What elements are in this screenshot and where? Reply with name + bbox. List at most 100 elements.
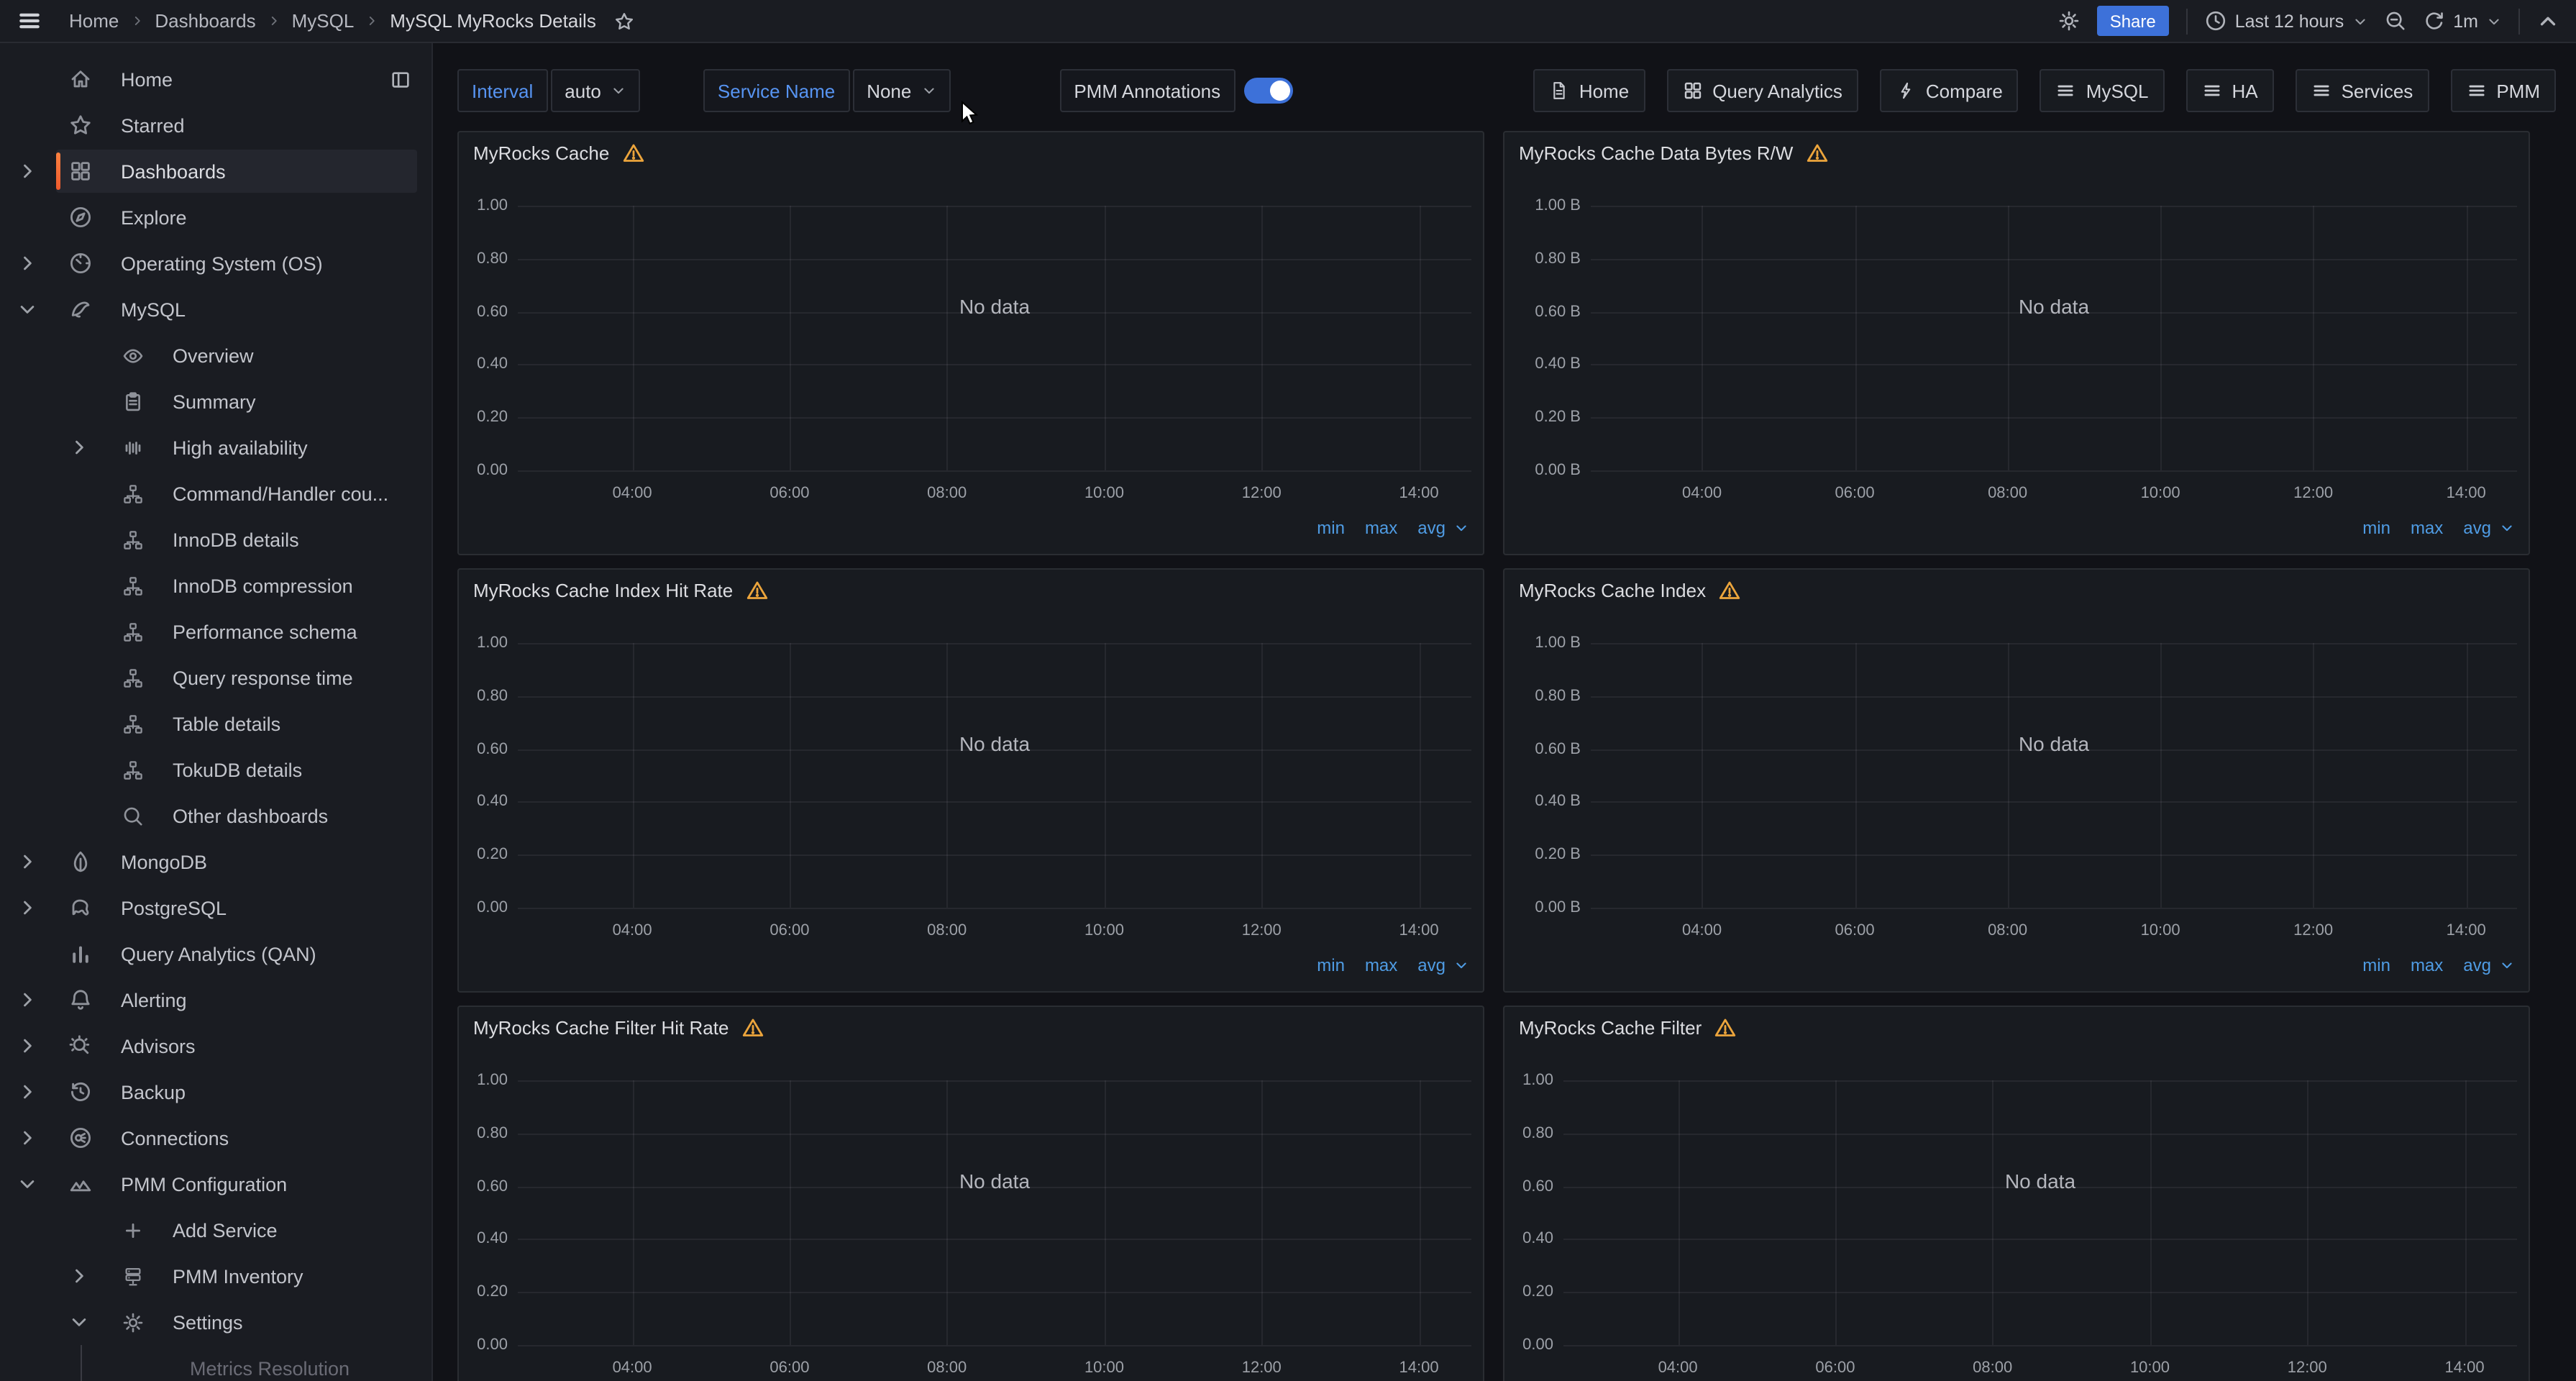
chevron-right-icon[interactable] <box>17 1082 37 1102</box>
legend-item-avg[interactable]: avg <box>2463 518 2491 538</box>
sidebar-item-innodb-compression[interactable]: InnoDB compression <box>0 562 431 609</box>
sidebar-item-home[interactable]: Home <box>0 56 431 102</box>
sidebar-item-summary[interactable]: Summary <box>0 378 431 424</box>
sidebar-item-settings[interactable]: Settings <box>0 1299 431 1345</box>
sidebar-item-mongodb[interactable]: MongoDB <box>0 839 431 885</box>
chevron-right-icon[interactable] <box>17 1036 37 1056</box>
chevron-right-icon[interactable] <box>69 1266 89 1286</box>
sidebar-item-pmm-inventory[interactable]: PMM Inventory <box>0 1253 431 1299</box>
panel-title[interactable]: MyRocks Cache Index Hit Rate <box>473 580 767 601</box>
sidebar-item-starred[interactable]: Starred <box>0 102 431 148</box>
sidebar-item-pmm-configuration[interactable]: PMM Configuration <box>0 1161 431 1207</box>
legend-item-min[interactable]: min <box>2362 955 2390 975</box>
sidebar-item-explore[interactable]: Explore <box>0 194 431 240</box>
sidebar-item-mysql[interactable]: MySQL <box>0 286 431 332</box>
warning-icon[interactable] <box>1719 580 1740 601</box>
panel-title[interactable]: MyRocks Cache Data Bytes R/W <box>1519 142 1827 164</box>
chevron-down-icon[interactable] <box>17 299 37 319</box>
legend-item-max[interactable]: max <box>2411 955 2443 975</box>
sidebar-item-add-service[interactable]: Add Service <box>0 1207 431 1253</box>
chevron-up-icon[interactable] <box>2537 10 2559 32</box>
warning-icon[interactable] <box>746 580 767 601</box>
dock-menu-icon[interactable] <box>390 68 411 90</box>
link-button-services[interactable]: Services <box>2296 69 2429 112</box>
legend-item-min[interactable]: min <box>1317 518 1345 538</box>
service-name-select[interactable]: None <box>852 69 950 112</box>
chevron-right-icon[interactable] <box>17 898 37 918</box>
legend-item-max[interactable]: max <box>2411 518 2443 538</box>
legend-item-avg[interactable]: avg <box>1417 955 1445 975</box>
plot-region[interactable]: 04:0006:0008:0010:0012:0014:00No data <box>518 206 1471 470</box>
warning-icon[interactable] <box>1714 1017 1736 1039</box>
time-range-picker[interactable]: Last 12 hours <box>2205 10 2367 32</box>
sidebar-item-other-dashboards[interactable]: Other dashboards <box>0 793 431 839</box>
sidebar-item-query-response-time[interactable]: Query response time <box>0 655 431 701</box>
sidebar-item-advisors[interactable]: Advisors <box>0 1023 431 1069</box>
breadcrumb-item[interactable]: Dashboards <box>155 10 255 32</box>
sidebar-item-performance-schema[interactable]: Performance schema <box>0 609 431 655</box>
chevron-right-icon[interactable] <box>17 1128 37 1148</box>
panel-title[interactable]: MyRocks Cache <box>473 142 644 164</box>
breadcrumb-item[interactable]: MySQL <box>292 10 355 32</box>
chevron-right-icon[interactable] <box>17 161 37 181</box>
plot-region[interactable]: 04:0006:0008:0010:0012:0014:00No data <box>518 1080 1471 1345</box>
barchart-icon <box>69 942 92 965</box>
panel-title[interactable]: MyRocks Cache Filter Hit Rate <box>473 1017 763 1039</box>
legend-item-min[interactable]: min <box>1317 955 1345 975</box>
chevron-down-icon[interactable] <box>1454 958 1469 972</box>
chevron-right-icon[interactable] <box>69 437 89 457</box>
legend-item-max[interactable]: max <box>1365 518 1397 538</box>
sidebar-item-postgresql[interactable]: PostgreSQL <box>0 885 431 931</box>
gear-icon[interactable] <box>2058 10 2080 32</box>
sidebar-item-innodb-details[interactable]: InnoDB details <box>0 516 431 562</box>
chevron-right-icon[interactable] <box>17 253 37 273</box>
chevron-right-icon[interactable] <box>17 990 37 1010</box>
plot-region[interactable]: 04:0006:0008:0010:0012:0014:00No data <box>1591 206 2517 470</box>
link-button-mysql[interactable]: MySQL <box>2040 69 2165 112</box>
chevron-down-icon[interactable] <box>2500 958 2514 972</box>
plot-region[interactable]: 04:0006:0008:0010:0012:0014:00No data <box>518 643 1471 908</box>
interval-select[interactable]: auto <box>550 69 640 112</box>
link-button-pmm[interactable]: PMM <box>2450 69 2556 112</box>
chevron-right-icon[interactable] <box>17 852 37 872</box>
chevron-down-icon[interactable] <box>1454 521 1469 535</box>
link-button-ha[interactable]: HA <box>2186 69 2273 112</box>
panel-title[interactable]: MyRocks Cache Index <box>1519 580 1740 601</box>
breadcrumb-item[interactable]: MySQL MyRocks Details <box>390 10 596 32</box>
sidebar-item-backup[interactable]: Backup <box>0 1069 431 1115</box>
share-button[interactable]: Share <box>2097 6 2169 36</box>
sidebar-item-query-analytics-qan[interactable]: Query Analytics (QAN) <box>0 931 431 977</box>
sidebar-item-command-handler-cou[interactable]: Command/Handler cou... <box>0 470 431 516</box>
warning-icon[interactable] <box>1806 142 1827 164</box>
plot-region[interactable]: 04:0006:0008:0010:0012:0014:00No data <box>1591 643 2517 908</box>
sidebar-item-dashboards[interactable]: Dashboards <box>0 148 431 194</box>
sidebar-item-alerting[interactable]: Alerting <box>0 977 431 1023</box>
legend-item-min[interactable]: min <box>2362 518 2390 538</box>
sidebar-item-table-details[interactable]: Table details <box>0 701 431 747</box>
sidebar-item-overview[interactable]: Overview <box>0 332 431 378</box>
legend-item-avg[interactable]: avg <box>1417 518 1445 538</box>
chevron-down-icon[interactable] <box>2500 521 2514 535</box>
refresh-picker[interactable]: 1m <box>2423 10 2501 32</box>
zoom-out-icon[interactable] <box>2384 10 2406 32</box>
plot-region[interactable]: 04:0006:0008:0010:0012:0014:00No data <box>1563 1080 2517 1345</box>
chevron-down-icon[interactable] <box>17 1174 37 1194</box>
breadcrumb-item[interactable]: Home <box>69 10 119 32</box>
legend-item-max[interactable]: max <box>1365 955 1397 975</box>
sidebar-item-tokudb-details[interactable]: TokuDB details <box>0 747 431 793</box>
sidebar-item-metrics-resolution[interactable]: Metrics Resolution <box>0 1345 431 1381</box>
warning-icon[interactable] <box>741 1017 763 1039</box>
link-button-compare[interactable]: Compare <box>1880 69 2019 112</box>
sidebar-item-operating-system-os[interactable]: Operating System (OS) <box>0 240 431 286</box>
link-button-home[interactable]: Home <box>1533 69 1645 112</box>
sidebar-item-high-availability[interactable]: High availability <box>0 424 431 470</box>
warning-icon[interactable] <box>622 142 644 164</box>
panel-title[interactable]: MyRocks Cache Filter <box>1519 1017 1736 1039</box>
legend-item-avg[interactable]: avg <box>2463 955 2491 975</box>
sidebar-item-connections[interactable]: Connections <box>0 1115 431 1161</box>
star-dashboard-icon[interactable] <box>615 11 635 31</box>
link-button-query-analytics[interactable]: Query Analytics <box>1666 69 1858 112</box>
menu-icon[interactable] <box>17 9 42 33</box>
pmm-annotations-toggle[interactable] <box>1243 78 1292 104</box>
chevron-down-icon[interactable] <box>69 1312 89 1332</box>
